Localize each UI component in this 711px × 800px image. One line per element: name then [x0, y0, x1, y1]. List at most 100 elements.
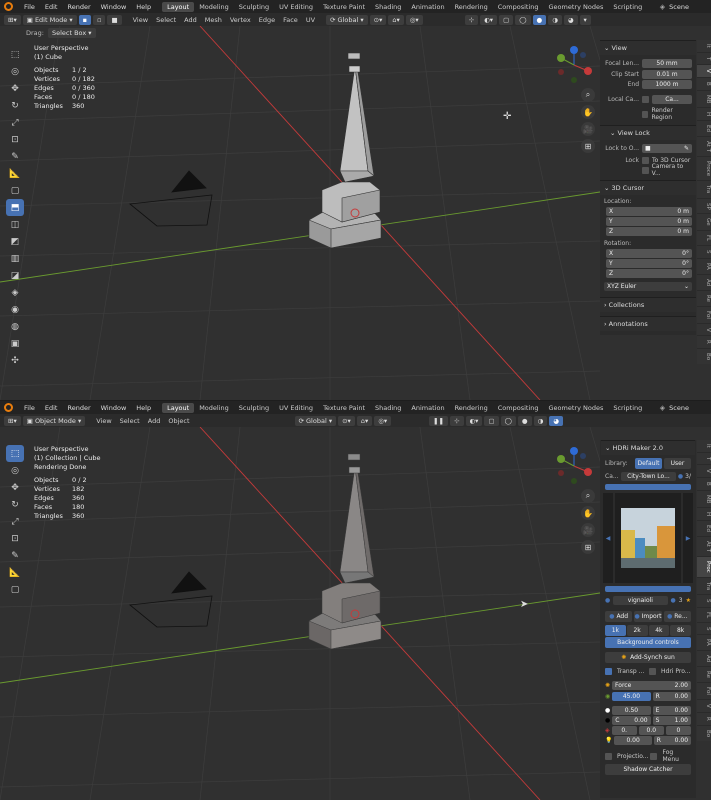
cursor-rotation-z[interactable]: Z 0°	[606, 268, 692, 278]
annotate-tool-icon[interactable]: ✎	[6, 148, 24, 165]
header-menu-face[interactable]: Face	[280, 16, 301, 24]
tab-shading[interactable]: Shading	[370, 2, 406, 12]
remove-button[interactable]: ● Re...	[663, 610, 691, 622]
side-tab[interactable]: Ad	[697, 274, 711, 290]
side-tab[interactable]: It	[697, 440, 711, 452]
smooth-tool-icon[interactable]: ◍	[6, 318, 24, 335]
shading-rendered[interactable]: ◕	[563, 14, 578, 25]
transparent-checkbox[interactable]	[605, 667, 612, 675]
eyedropper-icon[interactable]: ✎	[684, 145, 689, 152]
grid-toggle-icon[interactable]: ⊞	[581, 139, 595, 153]
transform-orientation[interactable]: ⟳ Global ▾	[326, 14, 368, 25]
tab-sculpting[interactable]: Sculpting	[234, 2, 274, 12]
zoom-icon[interactable]: ⌕	[581, 88, 595, 102]
transform-tool-icon[interactable]: ⊡	[6, 131, 24, 148]
tab-shading[interactable]: Shading	[370, 403, 406, 413]
side-tab[interactable]: Tra	[697, 181, 711, 198]
tweak-tool-icon[interactable]: ⬚	[6, 46, 24, 63]
drag-select[interactable]: Select Box ▾	[47, 27, 96, 38]
shading-solid[interactable]: ●	[532, 14, 547, 25]
previous-arrow-icon[interactable]: ◀	[603, 493, 613, 583]
add-synch-sun-button[interactable]: ✺ Add-Synch sun	[605, 651, 691, 663]
value-6a-field[interactable]: 0.00	[614, 735, 652, 745]
knife-tool-icon[interactable]: ◪	[6, 267, 24, 284]
hdri-thumbnail-frame[interactable]	[615, 493, 681, 583]
scene-name[interactable]: Scene	[669, 404, 707, 412]
header-menu-view[interactable]: View	[130, 16, 151, 24]
side-tab[interactable]: Fol	[697, 683, 711, 700]
shading-rendered[interactable]: ◕	[549, 415, 563, 426]
background-controls-button[interactable]: Background controls	[605, 636, 691, 648]
tab-modeling[interactable]: Modeling	[194, 403, 234, 413]
camera-view-icon[interactable]: 🎥	[581, 122, 595, 136]
local-camera-checkbox[interactable]	[642, 95, 649, 103]
blender-logo-icon[interactable]	[4, 403, 13, 412]
shading-solid[interactable]: ●	[517, 415, 532, 426]
blender-logo-icon[interactable]	[4, 2, 13, 11]
side-tab[interactable]: Re	[697, 667, 711, 683]
playback-pause-icon[interactable]: ❚❚	[429, 415, 449, 426]
scroll-down-arrow[interactable]	[605, 586, 691, 592]
force-field[interactable]: Force 2.00	[612, 680, 691, 690]
scale-tool-icon[interactable]: ⤢	[6, 114, 24, 131]
menu-render[interactable]: Render	[62, 3, 95, 11]
side-tab[interactable]: PA	[697, 635, 711, 651]
side-tab[interactable]: S	[697, 622, 711, 635]
measure-tool-icon[interactable]: 📐	[6, 564, 24, 581]
gizmo-toggle[interactable]: ⊹	[450, 415, 464, 426]
edge-select-mode[interactable]: ▫	[93, 14, 106, 25]
side-tab[interactable]: H	[697, 108, 711, 121]
shading-wireframe[interactable]: ◯	[515, 14, 531, 25]
render-region-checkbox[interactable]	[642, 110, 649, 118]
side-tab[interactable]: MB	[697, 490, 711, 508]
menu-edit[interactable]: Edit	[40, 3, 63, 11]
face-select-mode[interactable]: ■	[107, 14, 122, 25]
value-a-field[interactable]: 0.50	[612, 705, 651, 715]
editor-type-button[interactable]: ⊞▾	[4, 415, 21, 426]
pivot-icon[interactable]: ⊙▾	[338, 415, 355, 426]
local-camera-field[interactable]: Ca...	[652, 94, 692, 104]
side-tab[interactable]: FL	[697, 607, 711, 622]
menu-window[interactable]: Window	[96, 404, 132, 412]
shadow-catcher-button[interactable]: Shadow Catcher	[605, 763, 691, 775]
header-menu-select[interactable]: Select	[117, 417, 143, 425]
rotate-tool-icon[interactable]: ↻	[6, 97, 24, 114]
menu-help[interactable]: Help	[131, 404, 156, 412]
tab-texture-paint[interactable]: Texture Paint	[318, 403, 370, 413]
side-tab[interactable]: Proc	[697, 557, 711, 578]
header-menu-add[interactable]: Add	[181, 16, 200, 24]
side-tab[interactable]: H	[697, 508, 711, 521]
rotate-tool-icon[interactable]: ↻	[6, 496, 24, 513]
menu-file[interactable]: File	[19, 404, 40, 412]
inset-tool-icon[interactable]: ◫	[6, 216, 24, 233]
tab-rendering[interactable]: Rendering	[450, 2, 493, 12]
to-3d-cursor-checkbox[interactable]	[642, 156, 649, 164]
tab-compositing[interactable]: Compositing	[493, 2, 544, 12]
fog-menu-checkbox[interactable]	[650, 752, 658, 760]
tab-animation[interactable]: Animation	[406, 403, 449, 413]
import-button[interactable]: ● Import	[634, 610, 662, 622]
add-cube-tool-icon[interactable]: ▢	[6, 182, 24, 199]
side-tab[interactable]: Bo	[697, 725, 711, 741]
cursor-location-x[interactable]: X 0 m	[606, 206, 692, 216]
camera-to-view-checkbox[interactable]	[642, 166, 649, 174]
hand-icon[interactable]: ✋	[581, 105, 595, 119]
res-2k-button[interactable]: 2k	[626, 624, 648, 636]
camera-object[interactable]	[129, 571, 213, 628]
side-tab[interactable]: FL	[697, 231, 711, 246]
tab-layout[interactable]: Layout	[162, 402, 195, 413]
header-menu-view[interactable]: View	[93, 417, 114, 425]
tab-scripting[interactable]: Scripting	[608, 2, 647, 12]
side-tab[interactable]: T	[697, 452, 711, 465]
side-tab[interactable]: R	[697, 336, 711, 349]
scene-selector[interactable]: ◈ Scene	[659, 0, 711, 13]
snap-icon[interactable]: ⌂▾	[388, 14, 404, 25]
header-menu-object[interactable]: Object	[165, 417, 192, 425]
clip-end-field[interactable]: 1000 m	[642, 79, 692, 89]
cursor-location-z[interactable]: Z 0 m	[606, 226, 692, 236]
tab-rendering[interactable]: Rendering	[450, 403, 493, 413]
rotation-mode-select[interactable]: XYZ Euler ⌄	[604, 281, 692, 291]
shrink-tool-icon[interactable]: ✣	[6, 352, 24, 369]
side-tab[interactable]: Ad	[697, 651, 711, 667]
side-tab[interactable]: S	[697, 595, 711, 607]
